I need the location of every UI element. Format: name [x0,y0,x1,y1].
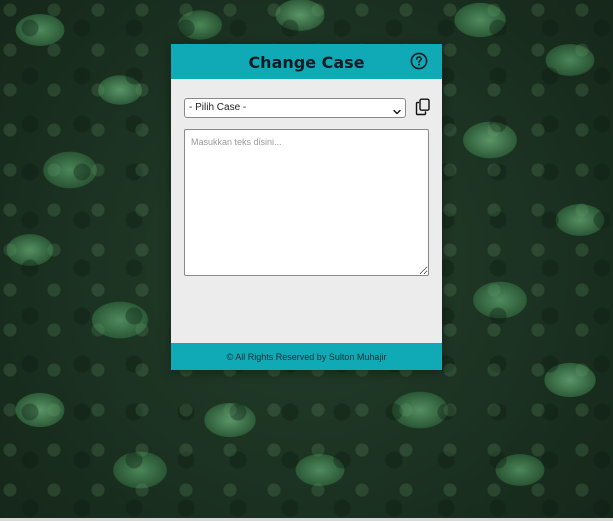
case-select[interactable]: - Pilih Case - [184,97,406,118]
card-header: Change Case [171,44,442,79]
copy-icon [415,98,431,116]
question-circle-icon [410,52,428,70]
page-title: Change Case [248,53,365,72]
help-button[interactable] [410,52,428,70]
card-footer: © All Rights Reserved by Sulton Muhajir [171,343,442,370]
text-input[interactable] [184,129,429,276]
case-select-wrapper: - Pilih Case - [184,97,406,118]
copyright-text: © All Rights Reserved by Sulton Muhajir [226,352,387,362]
change-case-card: Change Case - Pilih Case - Masukkan teks… [171,44,442,370]
copy-button[interactable] [415,98,431,116]
